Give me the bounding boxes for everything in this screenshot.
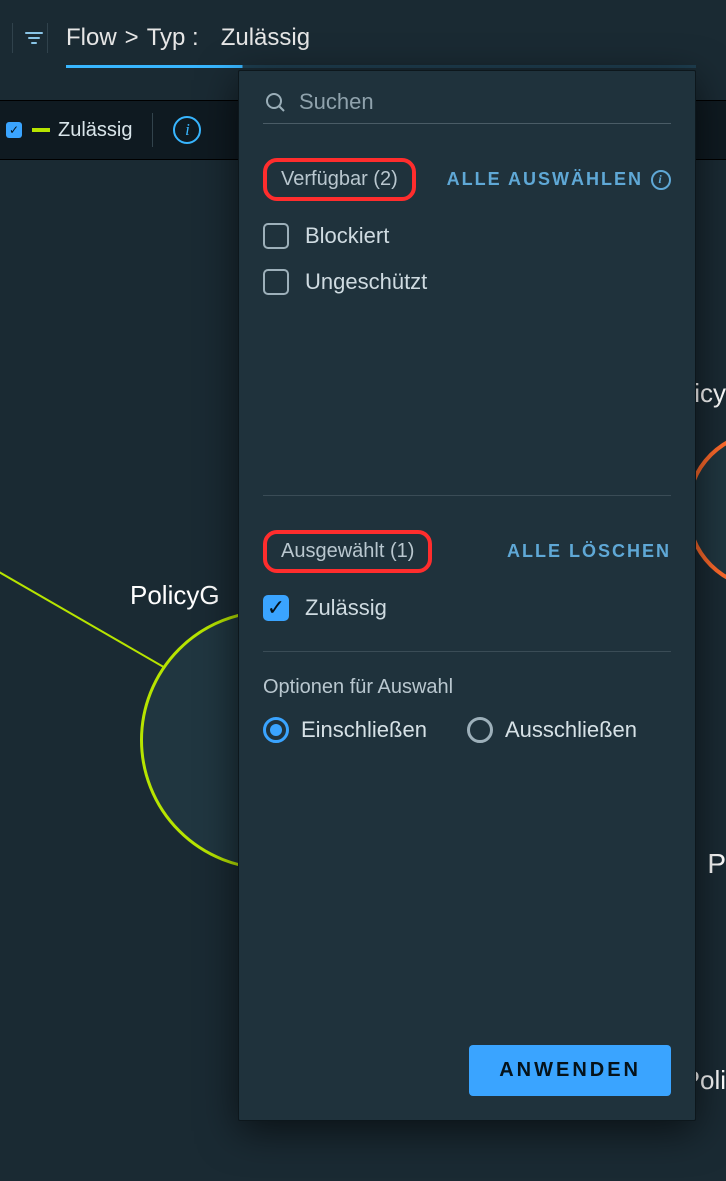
available-header: Verfügbar (2) ALLE AUSWÄHLEN i xyxy=(263,158,671,201)
option-blockiert[interactable]: Blockiert xyxy=(263,223,671,249)
option-ungeschuetzt[interactable]: Ungeschützt xyxy=(263,269,671,295)
radio-selected-icon[interactable] xyxy=(263,717,289,743)
chip-label: Zulässig xyxy=(58,119,132,142)
clear-all-link[interactable]: ALLE LÖSCHEN xyxy=(507,541,671,562)
graph-node-right-label: icy xyxy=(694,378,726,409)
select-all-link[interactable]: ALLE AUSWÄHLEN i xyxy=(447,169,671,190)
breadcrumb-seg-2: Typ : xyxy=(147,24,199,52)
available-highlight-box: Verfügbar (2) xyxy=(263,158,416,201)
search-row xyxy=(263,89,671,124)
apply-button[interactable]: ANWENDEN xyxy=(469,1045,671,1096)
chip-check-icon[interactable]: ✓ xyxy=(6,122,22,138)
selection-options-radios: Einschließen Ausschließen xyxy=(263,717,671,743)
radio-label: Ausschließen xyxy=(505,717,637,743)
info-icon[interactable]: i xyxy=(651,170,671,190)
graph-edge xyxy=(0,560,188,682)
breadcrumb-seg-1: Flow xyxy=(66,24,117,52)
divider xyxy=(152,113,153,147)
checkbox-checked-icon[interactable]: ✓ xyxy=(263,595,289,621)
radio-icon[interactable] xyxy=(467,717,493,743)
option-label: Ungeschützt xyxy=(305,269,427,295)
checkbox-icon[interactable] xyxy=(263,223,289,249)
selected-count-label: Ausgewählt (1) xyxy=(281,540,414,562)
chip-color-swatch xyxy=(32,128,50,132)
checkbox-icon[interactable] xyxy=(263,269,289,295)
option-zulaessig[interactable]: ✓ Zulässig xyxy=(263,595,671,621)
graph-label-p: P xyxy=(707,848,726,880)
selected-options-list: ✓ Zulässig xyxy=(263,595,671,621)
selected-header: Ausgewählt (1) ALLE LÖSCHEN xyxy=(263,530,671,573)
info-icon[interactable]: i xyxy=(173,116,201,144)
select-all-label: ALLE AUSWÄHLEN xyxy=(447,169,643,190)
radio-include[interactable]: Einschließen xyxy=(263,717,427,743)
breadcrumb-value: Zulässig xyxy=(207,24,310,52)
filter-dropdown-panel: Verfügbar (2) ALLE AUSWÄHLEN i Blockiert… xyxy=(238,70,696,1121)
option-label: Zulässig xyxy=(305,595,387,621)
search-icon xyxy=(263,90,287,114)
top-bar: Flow > Typ : Zulässig xyxy=(0,10,726,65)
divider xyxy=(263,651,671,652)
search-input[interactable] xyxy=(287,89,671,115)
divider xyxy=(263,495,671,496)
available-count-label: Verfügbar (2) xyxy=(281,168,398,190)
clear-all-label: ALLE LÖSCHEN xyxy=(507,541,671,562)
selection-options-title: Optionen für Auswahl xyxy=(263,676,671,699)
breadcrumb[interactable]: Flow > Typ : Zulässig xyxy=(56,24,310,52)
radio-label: Einschließen xyxy=(301,717,427,743)
spacer xyxy=(239,295,695,465)
breadcrumb-sep: > xyxy=(125,24,139,52)
option-label: Blockiert xyxy=(305,223,389,249)
panel-footer: ANWENDEN xyxy=(239,1025,695,1120)
available-options-list: Blockiert Ungeschützt xyxy=(263,223,671,295)
tab-underline xyxy=(66,65,696,68)
graph-node-label: PolicyG xyxy=(130,580,220,611)
spacer xyxy=(239,743,695,1025)
radio-exclude[interactable]: Ausschließen xyxy=(467,717,637,743)
divider xyxy=(47,23,48,53)
filter-icon[interactable] xyxy=(21,25,47,51)
selected-highlight-box: Ausgewählt (1) xyxy=(263,530,432,573)
divider xyxy=(12,23,13,53)
